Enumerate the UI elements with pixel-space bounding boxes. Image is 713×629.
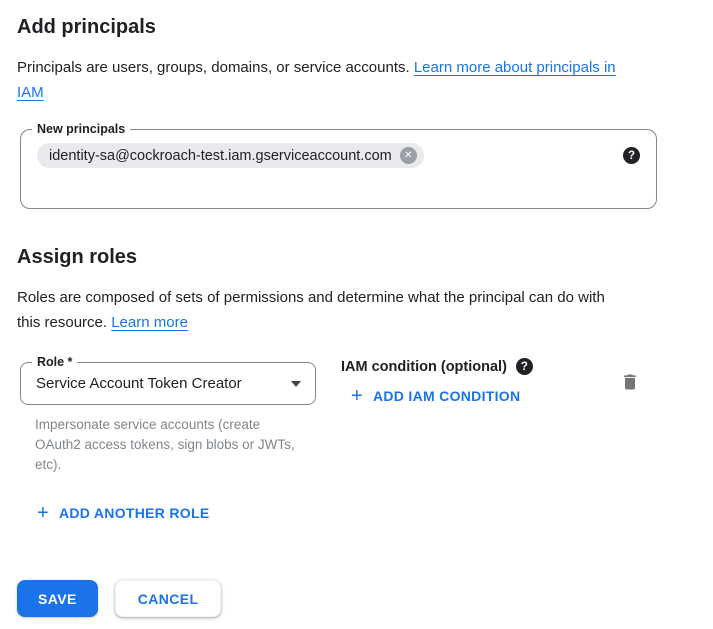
role-label: Role * (32, 354, 77, 370)
plus-icon: + (37, 505, 49, 521)
add-iam-condition-label: ADD IAM CONDITION (373, 388, 520, 404)
plus-icon: + (351, 388, 363, 404)
principals-description-text: Principals are users, groups, domains, o… (17, 59, 414, 76)
roles-description-text: Roles are composed of sets of permission… (17, 289, 605, 331)
add-principals-title: Add principals (17, 15, 696, 39)
role-helper-text: Impersonate service accounts (create OAu… (35, 415, 295, 475)
add-another-role-button[interactable]: + ADD ANOTHER ROLE (37, 505, 210, 521)
principals-help-button[interactable]: ? (623, 147, 640, 164)
close-icon: ✕ (404, 150, 412, 161)
role-column: Role * Service Account Token Creator Imp… (20, 362, 316, 475)
new-principals-label: New principals (32, 121, 130, 137)
principal-chip: identity-sa@cockroach-test.iam.gservicea… (37, 143, 424, 168)
trash-icon (620, 372, 640, 392)
dropdown-arrow-icon (291, 381, 301, 387)
roles-description: Roles are composed of sets of permission… (17, 285, 607, 335)
remove-principal-button[interactable]: ✕ (400, 147, 417, 164)
principals-description: Principals are users, groups, domains, o… (17, 55, 642, 105)
new-principals-field[interactable]: New principals identity-sa@cockroach-tes… (20, 129, 657, 209)
role-selected-value: Service Account Token Creator (36, 375, 242, 392)
new-principals-row: identity-sa@cockroach-test.iam.gservicea… (37, 143, 640, 168)
iam-condition-column: IAM condition (optional) ? + ADD IAM CON… (341, 358, 533, 407)
principal-chip-text: identity-sa@cockroach-test.iam.gservicea… (49, 148, 392, 164)
delete-role-button[interactable] (620, 372, 640, 395)
assign-roles-title: Assign roles (17, 245, 696, 269)
role-row: Role * Service Account Token Creator Imp… (20, 362, 696, 475)
iam-condition-label: IAM condition (optional) (341, 359, 507, 375)
cancel-button[interactable]: CANCEL (115, 580, 222, 617)
add-iam-condition-button[interactable]: + ADD IAM CONDITION (351, 388, 520, 404)
condition-help-button[interactable]: ? (516, 358, 533, 375)
save-button[interactable]: SAVE (17, 580, 98, 617)
actions-bar: SAVE CANCEL (17, 580, 696, 617)
help-icon: ? (628, 150, 635, 162)
help-icon: ? (521, 361, 528, 373)
add-principals-panel: Add principals Principals are users, gro… (0, 0, 713, 629)
role-select[interactable]: Role * Service Account Token Creator (20, 362, 316, 405)
iam-condition-header: IAM condition (optional) ? (341, 358, 533, 375)
add-another-role-label: ADD ANOTHER ROLE (59, 505, 210, 521)
learn-more-roles-link[interactable]: Learn more (111, 314, 188, 331)
